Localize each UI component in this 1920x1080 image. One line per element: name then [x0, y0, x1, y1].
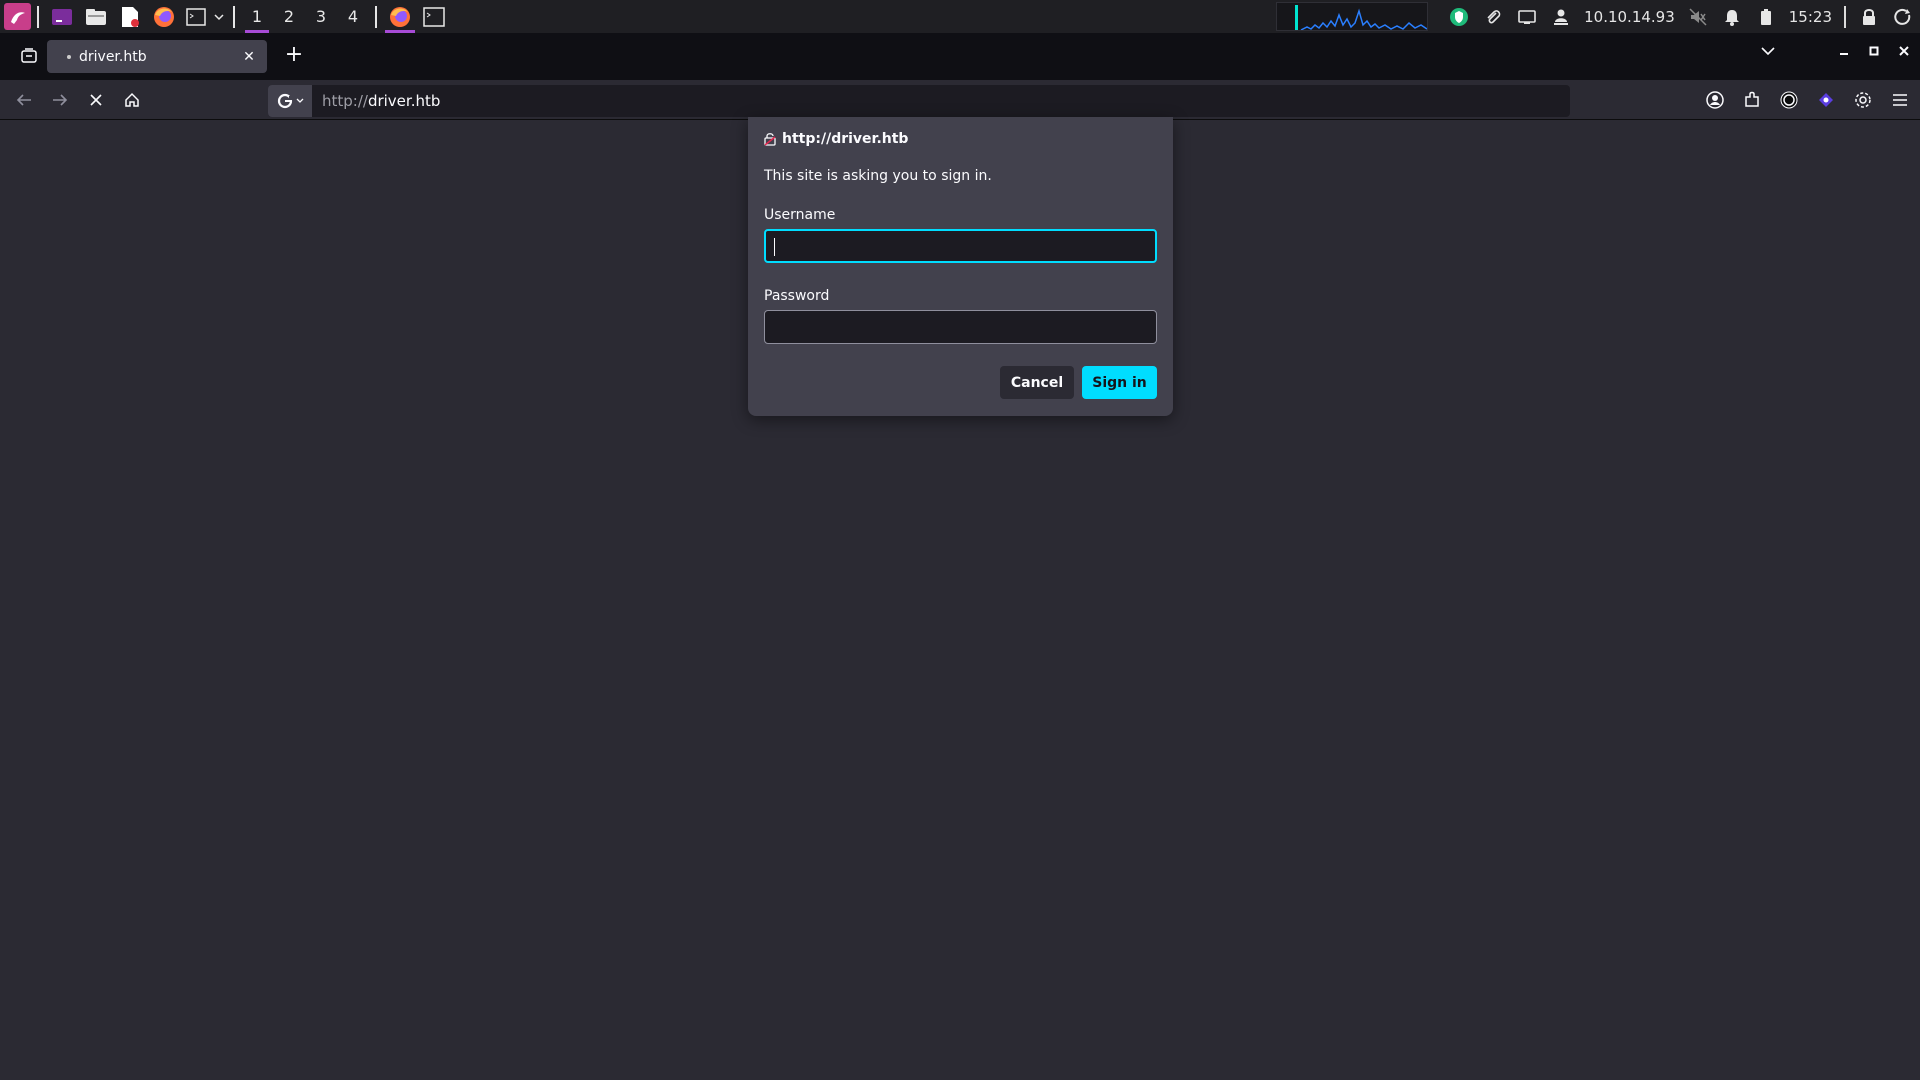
hamburger-menu-icon[interactable] — [1888, 88, 1912, 112]
workspace-3[interactable]: 3 — [305, 0, 337, 33]
tab-list-icon[interactable] — [20, 47, 40, 67]
url-host: driver.htb — [367, 92, 441, 110]
network-user-icon[interactable] — [1544, 0, 1578, 33]
volume-muted-icon[interactable] — [1681, 0, 1715, 33]
google-icon — [277, 93, 293, 109]
clock: 15:23 — [1788, 7, 1832, 26]
username-label: Username — [764, 207, 836, 223]
extensions-icon[interactable] — [1740, 88, 1764, 112]
sign-in-button[interactable]: Sign in — [1082, 366, 1157, 399]
navigation-bar: http://driver.htb — [0, 80, 1920, 120]
files-launcher-icon[interactable] — [79, 0, 113, 33]
stop-loading-icon[interactable] — [84, 88, 108, 112]
tab-loading-icon — [67, 54, 71, 59]
lock-icon[interactable] — [1852, 0, 1886, 33]
taskbar-firefox-icon[interactable] — [383, 0, 417, 33]
terminal-launcher-icon[interactable] — [45, 0, 79, 33]
extension-circle-icon[interactable] — [1777, 88, 1801, 112]
maximize-window-icon[interactable] — [1862, 45, 1886, 69]
workspace-4[interactable]: 4 — [337, 0, 369, 33]
text-editor-launcher-icon[interactable] — [113, 0, 147, 33]
username-input[interactable] — [764, 229, 1157, 263]
terminal-launcher-icon-2[interactable] — [181, 0, 211, 33]
new-tab-button[interactable]: + — [280, 42, 308, 70]
panel-separator — [1844, 5, 1846, 28]
search-engine-selector[interactable] — [268, 85, 312, 117]
browser-tab-bar: driver.htb ✕ + — [0, 33, 1920, 80]
firefox-launcher-icon[interactable] — [147, 0, 181, 33]
vpn-shield-icon[interactable] — [1442, 0, 1476, 33]
list-all-tabs-chevron-icon[interactable] — [1756, 45, 1780, 69]
account-icon[interactable] — [1703, 88, 1727, 112]
forward-arrow-icon[interactable] — [48, 88, 72, 112]
url-bar[interactable]: http://driver.htb — [268, 85, 1570, 117]
extension-gear-icon[interactable] — [1851, 88, 1875, 112]
monitor-icon[interactable] — [1510, 0, 1544, 33]
panel-separator — [375, 5, 377, 28]
dialog-message: This site is asking you to sign in. — [764, 168, 992, 184]
auth-dialog: http://driver.htb This site is asking yo… — [748, 117, 1173, 416]
kali-menu-icon[interactable] — [4, 3, 31, 30]
dialog-origin-text: http://driver.htb — [782, 131, 909, 147]
battery-icon[interactable] — [1749, 0, 1783, 33]
extension-diamond-icon[interactable] — [1814, 88, 1838, 112]
tab-close-icon[interactable]: ✕ — [237, 49, 261, 65]
panel-separator — [233, 5, 235, 28]
taskbar-terminal-icon[interactable] — [417, 0, 451, 33]
panel-separator — [37, 5, 39, 28]
insecure-lock-icon — [764, 133, 776, 146]
url-text[interactable]: http://driver.htb — [312, 92, 440, 110]
ip-address: 10.10.14.93 — [1584, 7, 1675, 26]
text-caret — [774, 238, 775, 256]
tab-driver-htb[interactable]: driver.htb ✕ — [47, 40, 267, 73]
back-arrow-icon[interactable] — [12, 88, 36, 112]
cpu-graph — [1276, 2, 1429, 31]
launcher-chevron-down-icon[interactable] — [211, 0, 227, 33]
home-icon[interactable] — [120, 88, 144, 112]
close-window-icon[interactable] — [1892, 45, 1916, 69]
password-input[interactable] — [764, 310, 1157, 344]
power-icon[interactable] — [1886, 0, 1920, 33]
dialog-origin: http://driver.htb — [764, 131, 908, 147]
desktop-panel: 1 2 3 4 10.10.14.93 15:23 — [0, 0, 1920, 33]
cancel-button[interactable]: Cancel — [1000, 366, 1074, 399]
bell-icon[interactable] — [1715, 0, 1749, 33]
workspace-1[interactable]: 1 — [241, 0, 273, 33]
minimize-window-icon[interactable] — [1832, 45, 1856, 69]
chevron-down-icon — [296, 98, 303, 103]
password-label: Password — [764, 288, 830, 304]
tab-title: driver.htb — [79, 48, 147, 65]
url-scheme: http:// — [322, 92, 368, 110]
workspace-2[interactable]: 2 — [273, 0, 305, 33]
paperclip-icon[interactable] — [1476, 0, 1510, 33]
